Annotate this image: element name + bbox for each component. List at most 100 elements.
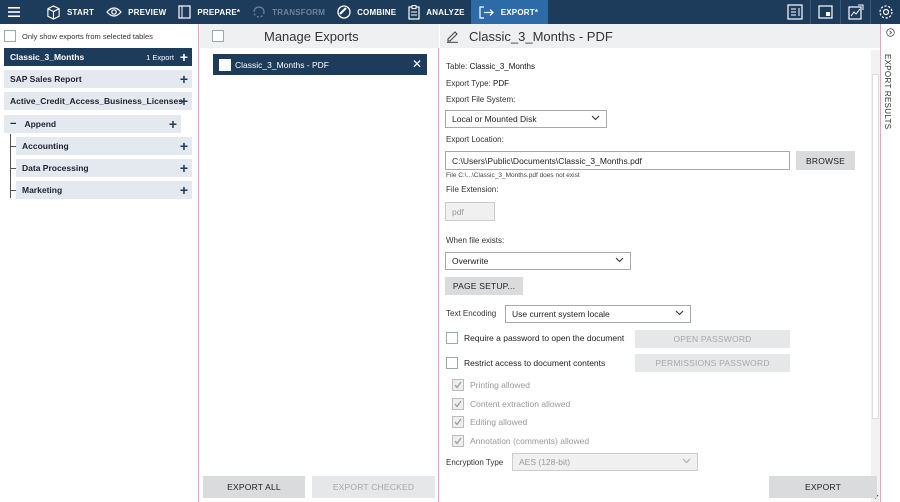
add-export-icon[interactable]: + [180, 49, 188, 65]
manage-exports-title: Manage Exports [264, 28, 359, 44]
analyze-tab[interactable]: ANALYZE [402, 0, 470, 24]
text-encoding-value: Use current system locale [512, 309, 610, 319]
only-show-checkbox[interactable] [4, 30, 16, 42]
table-row: Table: Classic_3_Months [446, 62, 535, 71]
toolbar-right-icons [780, 0, 900, 24]
printing-allowed-option[interactable]: Printing allowed [452, 379, 530, 391]
start-tab[interactable]: START [40, 0, 100, 24]
chevron-down-icon [615, 257, 624, 263]
export-settings-header: Classic_3_Months - PDF [440, 24, 880, 48]
file-system-select[interactable]: Local or Mounted Disk [445, 110, 607, 128]
encryption-type-value: AES (128-bit) [519, 457, 571, 467]
pencil-icon[interactable] [446, 30, 459, 43]
content-extraction-option[interactable]: Content extraction allowed [452, 398, 570, 410]
add-export-icon[interactable]: + [180, 138, 188, 154]
export-tab[interactable]: EXPORT* [470, 0, 549, 24]
export-type-value: PDF [493, 79, 509, 88]
tree-item-label: Accounting [22, 141, 69, 151]
export-item-label: Classic_3_Months - PDF [235, 59, 330, 70]
tree-item-label: SAP Sales Report [10, 74, 82, 84]
file-extension-input[interactable]: pdf [445, 202, 495, 221]
restrict-access-label: Restrict access to document contents [464, 358, 606, 368]
export-label: EXPORT* [500, 7, 539, 17]
tree-item-append[interactable]: − Append + [4, 115, 181, 133]
annotation-allowed-checkbox[interactable] [452, 435, 464, 447]
open-password-button[interactable]: OPEN PASSWORD [635, 330, 790, 348]
tree-item-data-processing[interactable]: Data Processing + [16, 159, 192, 177]
export-location-value: C:\Users\Public\Documents\Classic_3_Mont… [452, 155, 642, 166]
tree-item-label: Marketing [22, 185, 63, 195]
add-export-icon[interactable]: + [180, 182, 188, 198]
tree-item-classic-3-months[interactable]: Classic_3_Months 1 Export + [4, 48, 192, 66]
add-export-icon[interactable]: + [180, 160, 188, 176]
tree-item-sap-sales-report[interactable]: SAP Sales Report + [4, 70, 192, 88]
editing-allowed-option[interactable]: Editing allowed [452, 416, 527, 428]
export-arrow-icon [479, 5, 494, 19]
settings-scrollbar[interactable] [871, 50, 880, 502]
export-location-input[interactable]: C:\Users\Public\Documents\Classic_3_Mont… [445, 151, 790, 170]
add-export-icon[interactable]: + [180, 71, 188, 87]
browse-button[interactable]: BROWSE [796, 151, 855, 170]
annotation-allowed-option[interactable]: Annotation (comments) allowed [452, 435, 589, 447]
manage-exports-panel: Manage Exports Classic_3_Months - PDF ✕ … [200, 24, 439, 502]
tree-item-active-credit[interactable]: Active_Credit_Access_Business_Licenses + [4, 92, 192, 110]
restrict-access-checkbox[interactable] [446, 357, 458, 369]
analyze-label: ANALYZE [426, 7, 465, 17]
menu-icon[interactable] [0, 0, 32, 24]
encryption-type-select[interactable]: AES (128-bit) [512, 453, 698, 471]
export-list-item[interactable]: Classic_3_Months - PDF ✕ [213, 54, 427, 75]
encryption-type-label: Encryption Type [446, 458, 504, 467]
when-exists-value: Overwrite [452, 256, 489, 266]
when-exists-select[interactable]: Overwrite [445, 252, 631, 270]
transform-icon [253, 6, 265, 18]
only-show-filter[interactable]: Only show exports from selected tables [4, 30, 153, 42]
close-icon[interactable]: ✕ [412, 57, 422, 71]
window-icon[interactable] [810, 0, 840, 24]
cube-icon [47, 4, 60, 20]
gear-icon[interactable] [870, 0, 900, 24]
export-settings-panel: Classic_3_Months - PDF Table: Classic_3_… [440, 24, 880, 502]
preview-tab[interactable]: PREVIEW [100, 0, 172, 24]
preview-label: PREVIEW [128, 7, 167, 17]
expand-results-icon[interactable] [886, 28, 895, 37]
tree-item-label: Active_Credit_Access_Business_Licenses [10, 96, 183, 106]
editing-allowed-label: Editing allowed [470, 417, 528, 427]
printing-allowed-checkbox[interactable] [452, 379, 464, 391]
export-all-button[interactable]: EXPORT ALL [203, 476, 305, 498]
export-settings-title: Classic_3_Months - PDF [469, 28, 613, 44]
text-encoding-select[interactable]: Use current system locale [505, 305, 691, 323]
export-type-row: Export Type: PDF [446, 79, 509, 88]
require-password-checkbox[interactable] [446, 332, 458, 344]
editing-allowed-checkbox[interactable] [452, 416, 464, 428]
chevron-down-icon [675, 310, 684, 316]
printing-allowed-label: Printing allowed [470, 380, 531, 390]
select-all-checkbox[interactable] [212, 30, 224, 42]
collapse-icon[interactable]: − [10, 118, 16, 130]
export-item-checkbox[interactable] [219, 58, 231, 71]
chart-icon[interactable] [840, 0, 870, 24]
export-button[interactable]: EXPORT [769, 476, 877, 498]
transform-tab[interactable]: TRANSFORM [246, 0, 331, 24]
permissions-password-button[interactable]: PERMISSIONS PASSWORD [635, 354, 790, 372]
export-results-sidebar[interactable]: EXPORT RESULTS [880, 24, 900, 502]
prepare-tab[interactable]: PREPARE* [172, 0, 246, 24]
combine-tab[interactable]: COMBINE [331, 0, 402, 24]
tree-item-accounting[interactable]: Accounting + [16, 137, 192, 155]
require-password-option[interactable]: Require a password to open the document [446, 332, 624, 344]
add-export-icon[interactable]: + [169, 116, 177, 132]
export-checked-button[interactable]: EXPORT CHECKED [312, 476, 435, 498]
when-exists-label: When file exists: [446, 236, 505, 245]
add-export-icon[interactable]: + [180, 93, 188, 109]
only-show-label: Only show exports from selected tables [22, 31, 153, 41]
top-toolbar: START PREVIEW PREPARE* TRANSFORM COMBINE… [0, 0, 900, 24]
clipboard-icon [408, 4, 420, 20]
prepare-icon [178, 5, 191, 19]
page-setup-button[interactable]: PAGE SETUP... [445, 277, 523, 295]
restrict-access-option[interactable]: Restrict access to document contents [446, 357, 605, 369]
scrollbar-thumb[interactable] [872, 74, 879, 419]
file-system-label: Export File System: [446, 95, 516, 104]
content-extraction-checkbox[interactable] [452, 398, 464, 410]
tree-item-marketing[interactable]: Marketing + [16, 181, 192, 199]
log-icon[interactable] [780, 0, 810, 24]
export-location-label: Export Location: [446, 135, 504, 144]
